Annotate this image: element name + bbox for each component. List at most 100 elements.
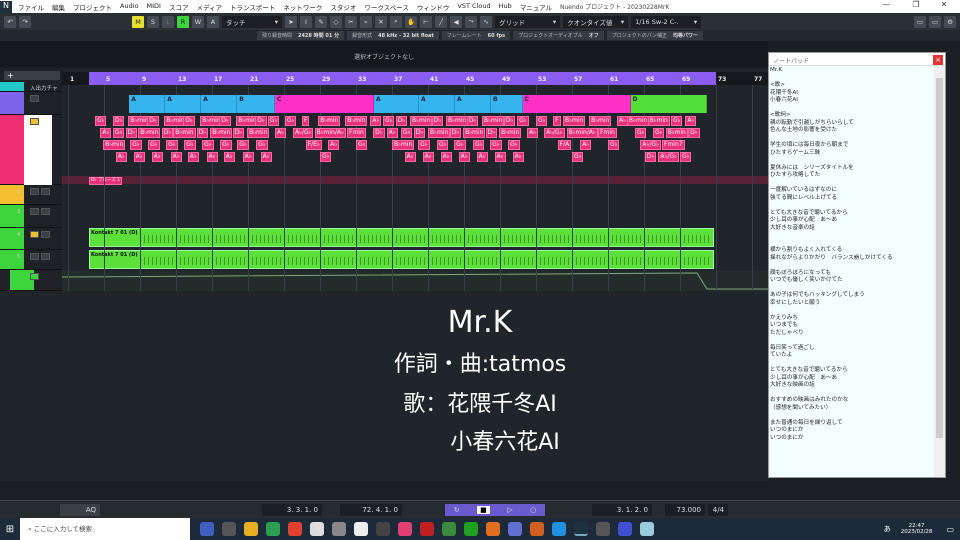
listen-button[interactable]: L (162, 15, 174, 28)
chord-event[interactable]: G♭ (383, 116, 395, 126)
tool-speaker-icon[interactable]: ◀ (450, 15, 463, 28)
menu-item[interactable]: Hub (499, 2, 512, 12)
chord-event[interactable]: D♭ (219, 116, 231, 126)
app-icon[interactable] (486, 522, 500, 536)
aq-button[interactable]: AQ (60, 504, 100, 516)
chord-event[interactable]: A♭ (328, 140, 340, 150)
status-field[interactable]: 残り録音時間 2428 時間 01 分 (256, 31, 345, 40)
status-field[interactable]: プロジェクトオーディオプル オフ (513, 31, 604, 40)
chord-event[interactable]: D♭ (688, 128, 700, 138)
chord-event[interactable]: B♭min (563, 116, 586, 126)
solo-button[interactable]: S (147, 15, 159, 28)
mute-button[interactable] (30, 253, 39, 260)
chord-event[interactable]: D♭ (373, 128, 385, 138)
chord-event[interactable]: G♭ (437, 140, 449, 150)
undo-button[interactable]: ↶ (4, 15, 16, 28)
chord-event[interactable]: A♭ (476, 152, 488, 162)
track-button[interactable] (30, 118, 39, 125)
mute-button[interactable] (30, 188, 39, 195)
tool-scissors-icon[interactable]: ✂ (345, 15, 357, 28)
chord-event[interactable]: Fmin (598, 128, 617, 138)
instrument-track[interactable]: 5 (0, 250, 62, 270)
mute-button[interactable] (30, 208, 39, 215)
app-icon[interactable] (376, 522, 390, 536)
app-icon[interactable] (596, 522, 610, 536)
chord-event[interactable]: B♭min (138, 128, 161, 138)
menu-item[interactable]: スコア (169, 2, 189, 12)
chord-event[interactable]: G♭ (454, 140, 466, 150)
chord-event[interactable]: G♭ (508, 140, 520, 150)
tool-warp-icon[interactable]: ⤳ (465, 15, 478, 28)
chord-event[interactable]: G♭ (184, 140, 196, 150)
quantize-select[interactable]: クオンタイズ値 ▾ (563, 15, 629, 28)
chord-event[interactable]: G♭ (256, 140, 268, 150)
chord-event[interactable]: G♭ (401, 128, 413, 138)
notification-icon[interactable]: ▭ (946, 525, 954, 534)
tool-zoom-icon[interactable]: ⌕ (390, 15, 402, 28)
chord-event[interactable]: A♭/G♭ (293, 128, 314, 138)
mute-button[interactable]: M (132, 15, 144, 28)
chord-event[interactable]: D♭ (113, 116, 125, 126)
layout-icon[interactable]: ▭ (929, 15, 941, 28)
arranger-section[interactable]: A (374, 95, 419, 113)
chord-event[interactable]: D♭ (485, 128, 498, 138)
app-icon[interactable] (552, 522, 566, 536)
chord-event[interactable]: D♭ (196, 128, 209, 138)
project-arrangement[interactable]: 1 5 9 13 17 21 25 29 33 37 41 45 49 53 57 61 65 69 73 77 D♭… (62, 69, 768, 291)
chord-event[interactable]: G♭ (267, 116, 280, 126)
mute-button[interactable] (30, 231, 39, 238)
chord-event[interactable]: G♭ (490, 140, 502, 150)
scrollbar-thumb[interactable] (936, 78, 943, 438)
arranger-section[interactable]: A (455, 95, 491, 113)
chord-event[interactable]: G♭ (220, 140, 232, 150)
chord-event[interactable]: B♭min (103, 140, 126, 150)
stop-icon[interactable]: ■ (477, 506, 490, 514)
chord-event[interactable]: D♭ (466, 116, 479, 126)
chord-event[interactable]: B♭min (482, 116, 505, 126)
chord-event[interactable]: A♭ (404, 152, 416, 162)
app-icon[interactable] (354, 522, 368, 536)
chord-event[interactable]: B♭min (647, 116, 670, 126)
solo-button[interactable] (41, 253, 50, 260)
instrument-track[interactable]: 4 (0, 228, 62, 250)
chord-event[interactable]: G♭ (671, 116, 683, 126)
position-display[interactable]: 3. 1. 2. 0 (592, 504, 652, 516)
app-icon[interactable] (618, 522, 632, 536)
arranger-section[interactable]: C (275, 95, 374, 113)
chord-event[interactable]: B♭min (318, 116, 341, 126)
app-icon[interactable] (332, 522, 346, 536)
chord-event[interactable]: A♭ (260, 152, 272, 162)
ruler[interactable]: 1 5 9 13 17 21 25 29 33 37 41 45 49 53 57 61 65 69 73 77 (62, 72, 768, 85)
arranger-section[interactable]: A (129, 95, 166, 113)
chord-event[interactable]: A♭/G♭ (640, 140, 661, 150)
chord-event[interactable]: D♭ (449, 128, 462, 138)
cycle-icon[interactable]: ↻ (454, 506, 460, 514)
notepad-scrollbar[interactable] (934, 66, 945, 477)
snap-toggle-icon[interactable]: ∿ (480, 15, 493, 28)
redo-button[interactable]: ↷ (19, 15, 31, 28)
chord-event[interactable]: A♭ (458, 152, 470, 162)
chord-event[interactable]: Fmin7 (662, 140, 685, 150)
app-icon[interactable] (398, 522, 412, 536)
chord-event[interactable]: D♭ (413, 128, 426, 138)
chord-event[interactable]: A♭ (494, 152, 506, 162)
chord-event[interactable]: D♭ (644, 152, 657, 162)
chord-event[interactable]: B♭min (665, 128, 688, 138)
status-field[interactable]: フレームレート 60 fps (441, 31, 511, 40)
arranger-track[interactable] (0, 92, 62, 115)
tool-comp-icon[interactable]: ⊢ (420, 15, 433, 28)
layout-icon[interactable]: ▭ (914, 15, 926, 28)
arranger-section[interactable]: B (237, 95, 275, 113)
menu-item[interactable]: トランスポート (230, 2, 275, 12)
chord-event[interactable]: F/E♭ (305, 140, 322, 150)
xbox-icon[interactable] (464, 522, 478, 536)
windows-start-icon[interactable]: ⊞ (0, 524, 20, 535)
clock[interactable]: 22:47 2023/02/28 (901, 523, 933, 535)
app-icon[interactable] (266, 522, 280, 536)
chord-event[interactable]: B♭min (589, 116, 612, 126)
chord-event[interactable]: B♭min (463, 128, 486, 138)
quantize-value-select[interactable]: 1/16 Sw-2 C-. ▾ (631, 15, 702, 28)
chord-event[interactable]: G♭ (572, 152, 584, 162)
track-button[interactable] (30, 95, 39, 102)
snap-type-select[interactable]: グリッド ▾ (495, 15, 561, 28)
